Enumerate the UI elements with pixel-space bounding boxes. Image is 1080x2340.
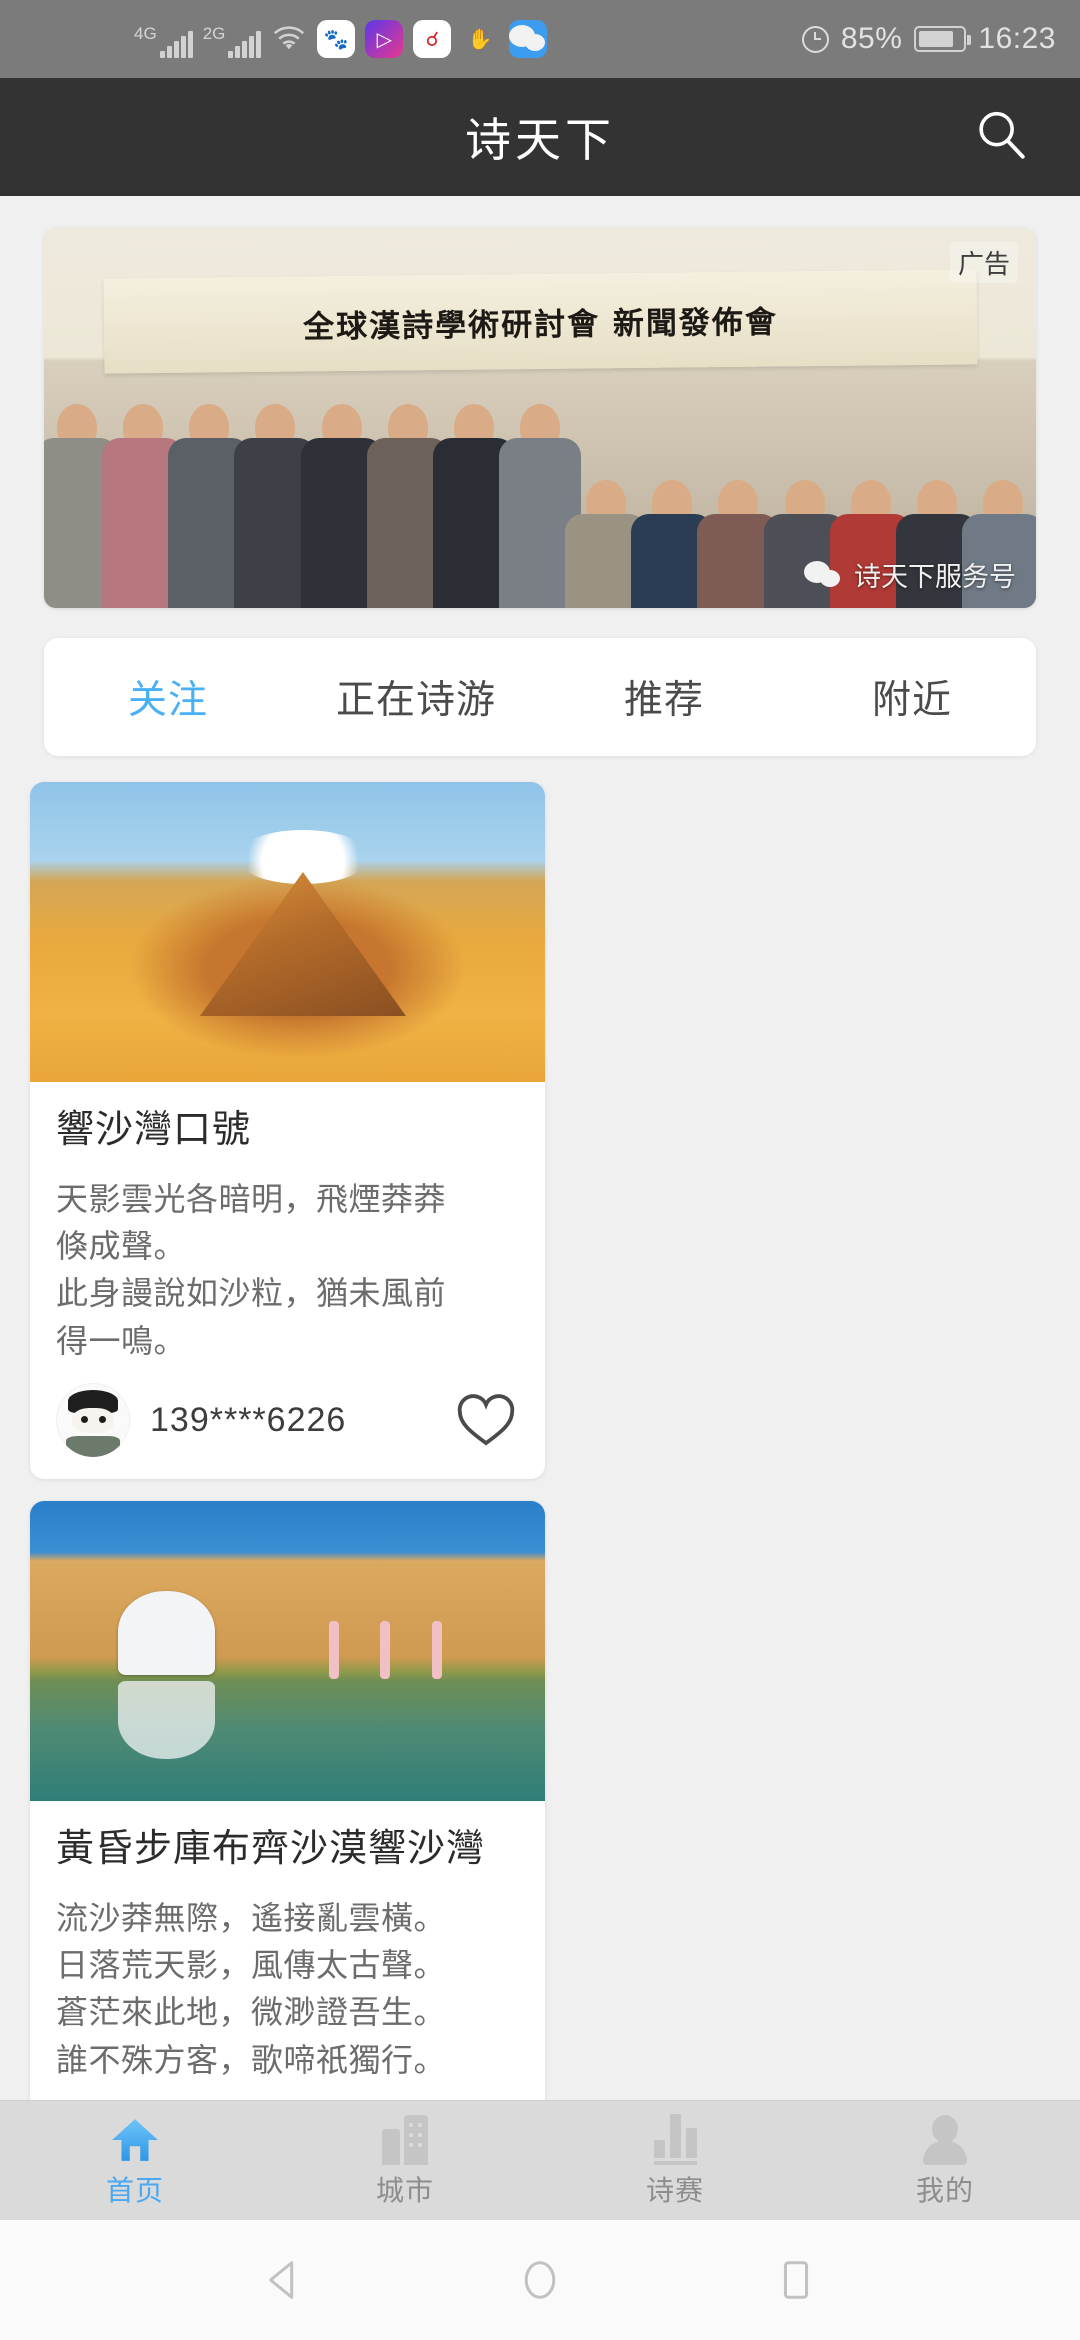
search-button[interactable] [964, 100, 1038, 174]
ad-banner-text: 全球漢詩學術研討會 新聞發佈會 [103, 269, 977, 374]
nav-label-home: 首页 [105, 2174, 164, 2206]
home-circle-icon[interactable] [512, 2252, 568, 2308]
buildings-icon [382, 2113, 428, 2165]
status-bar-left: 4G 2G 🐾 ▷ ☌ ✋ [24, 20, 802, 58]
recents-square-icon[interactable] [768, 2252, 824, 2308]
wechat-icon [804, 560, 844, 589]
desert-sand-pyramid-photo [30, 782, 545, 1082]
app-header: 诗天下 [0, 78, 1080, 196]
search-icon [972, 106, 1030, 169]
nav-item-city[interactable]: 城市 [270, 2113, 540, 2209]
nav-label-city: 城市 [375, 2174, 434, 2206]
ad-photo: 全球漢詩學術研討會 新聞發佈會 [44, 228, 1036, 608]
nav-label-contest: 诗赛 [645, 2174, 704, 2206]
tab-zhengzaishiyou[interactable]: 正在诗游 [292, 669, 540, 725]
alarm-icon [801, 25, 829, 53]
author-name: 139****6226 [150, 1400, 347, 1439]
android-system-nav [0, 2220, 1080, 2340]
nav-item-contest[interactable]: 诗赛 [540, 2113, 810, 2209]
ad-watermark-label: 诗天下服务号 [854, 562, 1016, 592]
signal-4g-icon: 4G [134, 24, 193, 58]
play-app-icon: ▷ [365, 20, 404, 58]
poem-text: 天影雲光各暗明，飛煙莽莽 倏成聲。 此身謾說如沙粒，猶未風前 得一鳴。 [56, 1180, 447, 1359]
back-triangle-icon[interactable] [256, 2252, 312, 2308]
poem-title: 響沙灣口號 [56, 1109, 252, 1151]
scroll-content[interactable]: 全球漢詩學術研討會 新聞發佈會 广告 诗天下服务号 关注 正在诗游 推荐 附近 … [0, 196, 1080, 2278]
tab-fujin[interactable]: 附近 [788, 669, 1036, 725]
battery-icon [914, 26, 972, 52]
page-title: 诗天下 [465, 114, 615, 166]
baidu-app-icon: 🐾 [317, 20, 356, 58]
desert-oasis-resort-photo [30, 1501, 545, 1802]
signal-2g-icon: 2G [203, 24, 262, 58]
poem-text: 流沙莽無際，遙接亂雲橫。 日落荒天影，風傳太古聲。 蒼茫來此地，微渺證吾生。 誰… [56, 1899, 447, 2078]
ad-label: 广告 [949, 242, 1018, 283]
wechat-app-icon [509, 20, 548, 58]
avatar[interactable] [56, 1383, 130, 1458]
bar-chart-icon [653, 2113, 697, 2165]
tab-guanzhu[interactable]: 关注 [44, 669, 292, 725]
status-bar: 4G 2G 🐾 ▷ ☌ ✋ 85% 16:23 [0, 0, 1080, 78]
ad-watermark: 诗天下服务号 [804, 555, 1016, 594]
poem-card-grid: 響沙灣口號 天影雲光各暗明，飛煙莽莽 倏成聲。 此身謾說如沙粒，猶未風前 得一鳴… [30, 782, 1050, 2278]
nav-item-home[interactable]: 首页 [0, 2113, 270, 2209]
poem-card-body: 響沙灣口號 天影雲光各暗明，飛煙莽莽 倏成聲。 此身謾說如沙粒，猶未風前 得一鳴… [30, 1082, 545, 1377]
tab-tuijian[interactable]: 推荐 [540, 669, 788, 725]
ad-banner[interactable]: 全球漢詩學術研討會 新聞發佈會 广告 诗天下服务号 [44, 228, 1036, 608]
red-app-icon: ☌ [413, 20, 452, 58]
person-icon [923, 2113, 967, 2165]
poem-card-footer: 139****6226 [30, 1377, 545, 1479]
poem-title: 黃昏步庫布齊沙漠響沙灣 [56, 1828, 486, 1871]
nav-item-profile[interactable]: 我的 [810, 2113, 1080, 2209]
hand-app-icon: ✋ [467, 28, 493, 51]
poem-card[interactable]: 響沙灣口號 天影雲光各暗明，飛煙莽莽 倏成聲。 此身謾說如沙粒，猶未風前 得一鳴… [30, 782, 545, 1480]
wifi-icon [271, 23, 307, 58]
battery-percent: 85% [840, 22, 903, 55]
poem-card-body: 黃昏步庫布齊沙漠響沙灣 流沙莽無際，遙接亂雲橫。 日落荒天影，風傳太古聲。 蒼茫… [30, 1801, 545, 2096]
nav-label-profile: 我的 [915, 2174, 974, 2206]
category-tabs: 关注 正在诗游 推荐 附近 [44, 638, 1036, 756]
bottom-navigation: 首页 城市 诗赛 我的 [0, 2100, 1080, 2220]
clock: 16:23 [978, 22, 1056, 55]
poem-card[interactable]: 黃昏步庫布齊沙漠響沙灣 流沙莽無際，遙接亂雲橫。 日落荒天影，風傳太古聲。 蒼茫… [30, 1501, 545, 2199]
home-icon [109, 2113, 161, 2165]
heart-outline-icon[interactable] [453, 1388, 519, 1453]
status-bar-right: 85% 16:23 [801, 22, 1056, 56]
